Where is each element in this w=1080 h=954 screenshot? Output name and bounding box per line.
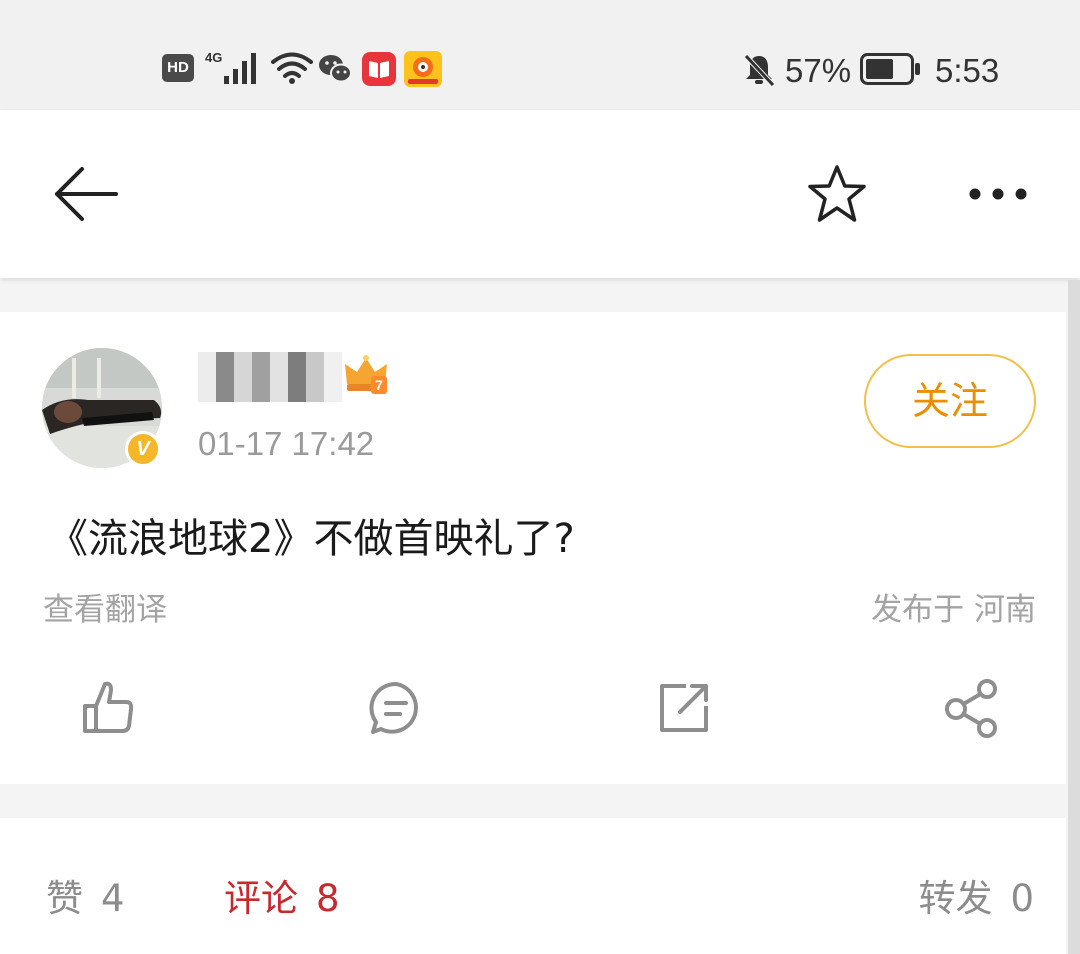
follow-button[interactable]: 关注 bbox=[864, 354, 1036, 448]
post-timestamp: 01-17 17:42 bbox=[198, 425, 375, 462]
reposts-count: 0 bbox=[1010, 877, 1034, 920]
battery-percent: 57% bbox=[785, 52, 852, 89]
more-icon[interactable] bbox=[966, 186, 1030, 202]
likes-count: 4 bbox=[101, 877, 125, 920]
post-content: 《流浪地球2》不做首映礼了? bbox=[48, 516, 575, 562]
repost-icon[interactable] bbox=[652, 676, 716, 740]
comments-tab[interactable]: 评论 8 bbox=[224, 868, 340, 922]
hd-indicator: HD bbox=[162, 54, 194, 82]
level-badge: 7 bbox=[375, 377, 383, 393]
comments-count: 8 bbox=[316, 877, 340, 920]
status-bar: HD 4G 57% 5:53 bbox=[0, 0, 1080, 110]
like-icon[interactable] bbox=[76, 676, 140, 740]
verified-badge: V bbox=[125, 431, 161, 467]
wechat-icon bbox=[319, 55, 352, 83]
network-type: 4G bbox=[205, 50, 223, 65]
likes-label: 赞 bbox=[46, 877, 83, 920]
member-crown-icon: 7 bbox=[345, 355, 387, 394]
share-icon[interactable] bbox=[940, 676, 1004, 740]
wifi-icon bbox=[271, 52, 313, 84]
post-location: 发布于 河南 bbox=[871, 592, 1036, 628]
book-app-icon bbox=[362, 52, 396, 86]
reposts-tab[interactable]: 转发 0 bbox=[918, 868, 1034, 922]
star-icon[interactable] bbox=[806, 164, 868, 224]
clock: 5:53 bbox=[935, 52, 1000, 89]
comments-label: 评论 bbox=[224, 877, 298, 920]
translate-link[interactable]: 查看翻译 bbox=[43, 584, 167, 629]
signal-icon bbox=[224, 53, 256, 84]
game-app-icon bbox=[404, 51, 442, 87]
mute-notification-icon bbox=[744, 54, 775, 86]
top-navigation-bar bbox=[0, 110, 1080, 278]
comment-icon[interactable] bbox=[364, 676, 428, 740]
likes-tab[interactable]: 赞4 bbox=[46, 868, 125, 922]
reposts-label: 转发 bbox=[918, 877, 993, 920]
back-arrow-icon[interactable] bbox=[52, 166, 120, 222]
username-redacted[interactable] bbox=[198, 352, 342, 402]
battery-icon bbox=[860, 53, 920, 85]
scrollbar[interactable] bbox=[1068, 280, 1080, 954]
stats-bar bbox=[0, 818, 1066, 954]
